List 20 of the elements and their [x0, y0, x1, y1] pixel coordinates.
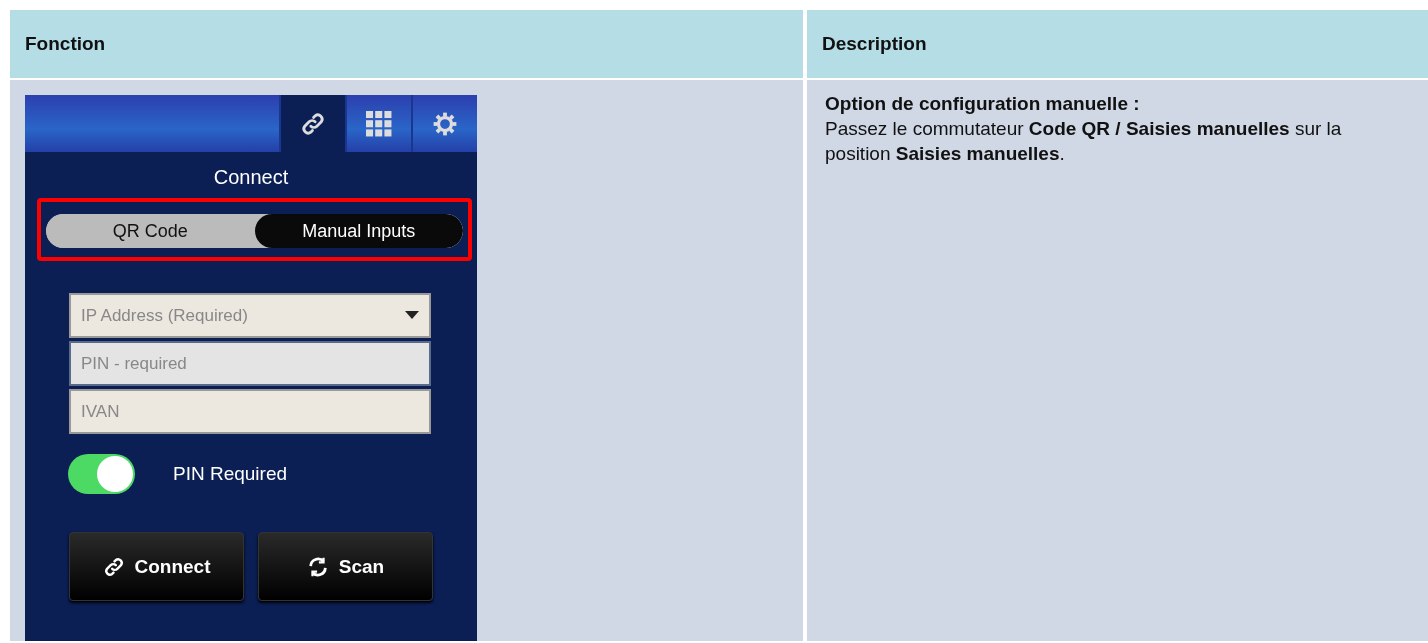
column-header: Description: [807, 10, 1428, 78]
description-title: Option de configuration manuelle :: [825, 92, 1141, 116]
input-field[interactable]: IVAN: [69, 389, 431, 434]
toggle-label: PIN Required: [173, 463, 288, 485]
input-field[interactable]: PIN - required: [69, 341, 431, 386]
action-button[interactable]: Scan: [258, 532, 433, 601]
column-header: Fonction: [10, 10, 803, 78]
segment-button[interactable]: Manual Inputs: [254, 214, 463, 248]
settings-icon: [432, 110, 458, 137]
refresh-icon: [306, 555, 329, 578]
grid-icon: [366, 110, 392, 137]
dropdown-field[interactable]: IP Address (Required): [69, 293, 431, 338]
link-icon: [102, 555, 125, 578]
description-text: Passez le commutateur Code QR / Saisies manuelles sur la position Saisies manuelles.: [825, 117, 1343, 166]
action-button[interactable]: Connect: [69, 532, 244, 601]
tab[interactable]: [279, 95, 345, 152]
link-icon: [300, 110, 326, 137]
caret-icon: [405, 311, 419, 319]
toggle-switch[interactable]: [68, 454, 135, 494]
screen-title: Connect: [212, 166, 290, 189]
